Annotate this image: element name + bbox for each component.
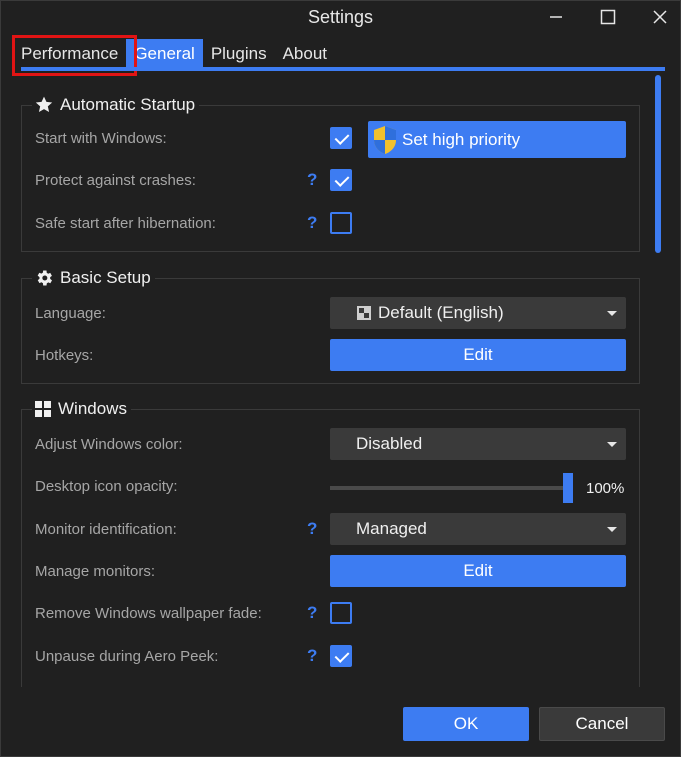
monitor-identification-help[interactable]: ? [307,519,317,539]
remove-fade-label: Remove Windows wallpaper fade: [35,605,262,622]
chevron-down-icon [607,442,617,447]
group-title-label: Automatic Startup [60,95,196,114]
hotkeys-edit-button[interactable]: Edit [330,339,626,371]
close-icon [653,10,667,24]
tab-plugins[interactable]: Plugins [203,39,275,69]
group-title-label: Windows [58,399,127,418]
language-label: Language: [35,305,106,322]
opacity-slider-thumb[interactable] [563,473,573,503]
close-button[interactable] [640,3,680,31]
group-title: Windows [32,398,131,420]
remove-fade-checkbox[interactable] [330,602,352,624]
language-value: Default (English) [378,303,504,322]
uac-shield-icon [374,125,396,154]
windows-logo-icon [35,401,51,417]
language-select[interactable]: Default (English) [330,297,626,329]
manage-monitors-label: Manage monitors: [35,563,156,580]
group-title: Basic Setup [32,267,155,289]
tab-bar: Performance General Plugins About [13,39,335,69]
minimize-button[interactable] [536,3,576,31]
tab-about[interactable]: About [275,39,335,69]
chevron-down-icon [607,527,617,532]
hotkeys-label: Hotkeys: [35,347,94,364]
set-high-priority-button[interactable]: Set high priority [368,121,626,158]
group-title: Automatic Startup [32,94,200,116]
minimize-icon [550,16,562,18]
chevron-down-icon [607,311,617,316]
unpause-aero-label: Unpause during Aero Peek: [35,648,219,665]
safe-start-checkbox[interactable] [330,212,352,234]
settings-window: Settings Performance General Plugins Abo… [0,0,681,757]
set-high-priority-label: Set high priority [402,129,521,149]
start-with-windows-label: Start with Windows: [35,130,167,147]
windows-group: Windows Adjust Windows color: Disabled D… [21,398,640,687]
tab-performance[interactable]: Performance [13,39,126,69]
manage-monitors-edit-button[interactable]: Edit [330,555,626,587]
opacity-value: 100% [586,480,625,497]
automatic-startup-group: Automatic Startup Start with Windows: Se… [21,94,640,252]
basic-setup-group: Basic Setup Language: Default (English) … [21,267,640,384]
adjust-color-select[interactable]: Disabled [330,428,626,460]
protect-crashes-checkbox[interactable] [330,169,352,191]
maximize-button[interactable] [588,3,628,31]
safe-start-label: Safe start after hibernation: [35,215,216,232]
star-icon [35,96,53,112]
safe-start-help[interactable]: ? [307,213,317,233]
flag-icon [357,306,371,320]
window-title: Settings [307,7,374,27]
adjust-color-value: Disabled [356,434,423,453]
tab-general[interactable]: General [126,39,203,69]
monitor-identification-label: Monitor identification: [35,521,177,538]
monitor-identification-select[interactable]: Managed [330,513,626,545]
scrollbar-thumb[interactable] [655,75,661,253]
title-bar: Settings [1,1,680,35]
unpause-aero-checkbox[interactable] [330,645,352,667]
gear-icon [37,270,52,286]
cancel-button[interactable]: Cancel [539,707,665,741]
desktop-opacity-label: Desktop icon opacity: [35,478,178,495]
group-title-label: Basic Setup [60,268,151,287]
maximize-icon [600,9,616,25]
remove-fade-help[interactable]: ? [307,603,317,623]
ok-button[interactable]: OK [403,707,529,741]
adjust-color-label: Adjust Windows color: [35,436,183,453]
opacity-slider-track[interactable] [330,486,566,490]
protect-crashes-label: Protect against crashes: [35,172,196,189]
settings-content: Automatic Startup Start with Windows: Se… [1,75,651,687]
unpause-aero-help[interactable]: ? [307,646,317,666]
protect-crashes-help[interactable]: ? [307,170,317,190]
monitor-identification-value: Managed [356,519,427,538]
start-with-windows-checkbox[interactable] [330,127,352,149]
tab-underline [21,67,665,71]
